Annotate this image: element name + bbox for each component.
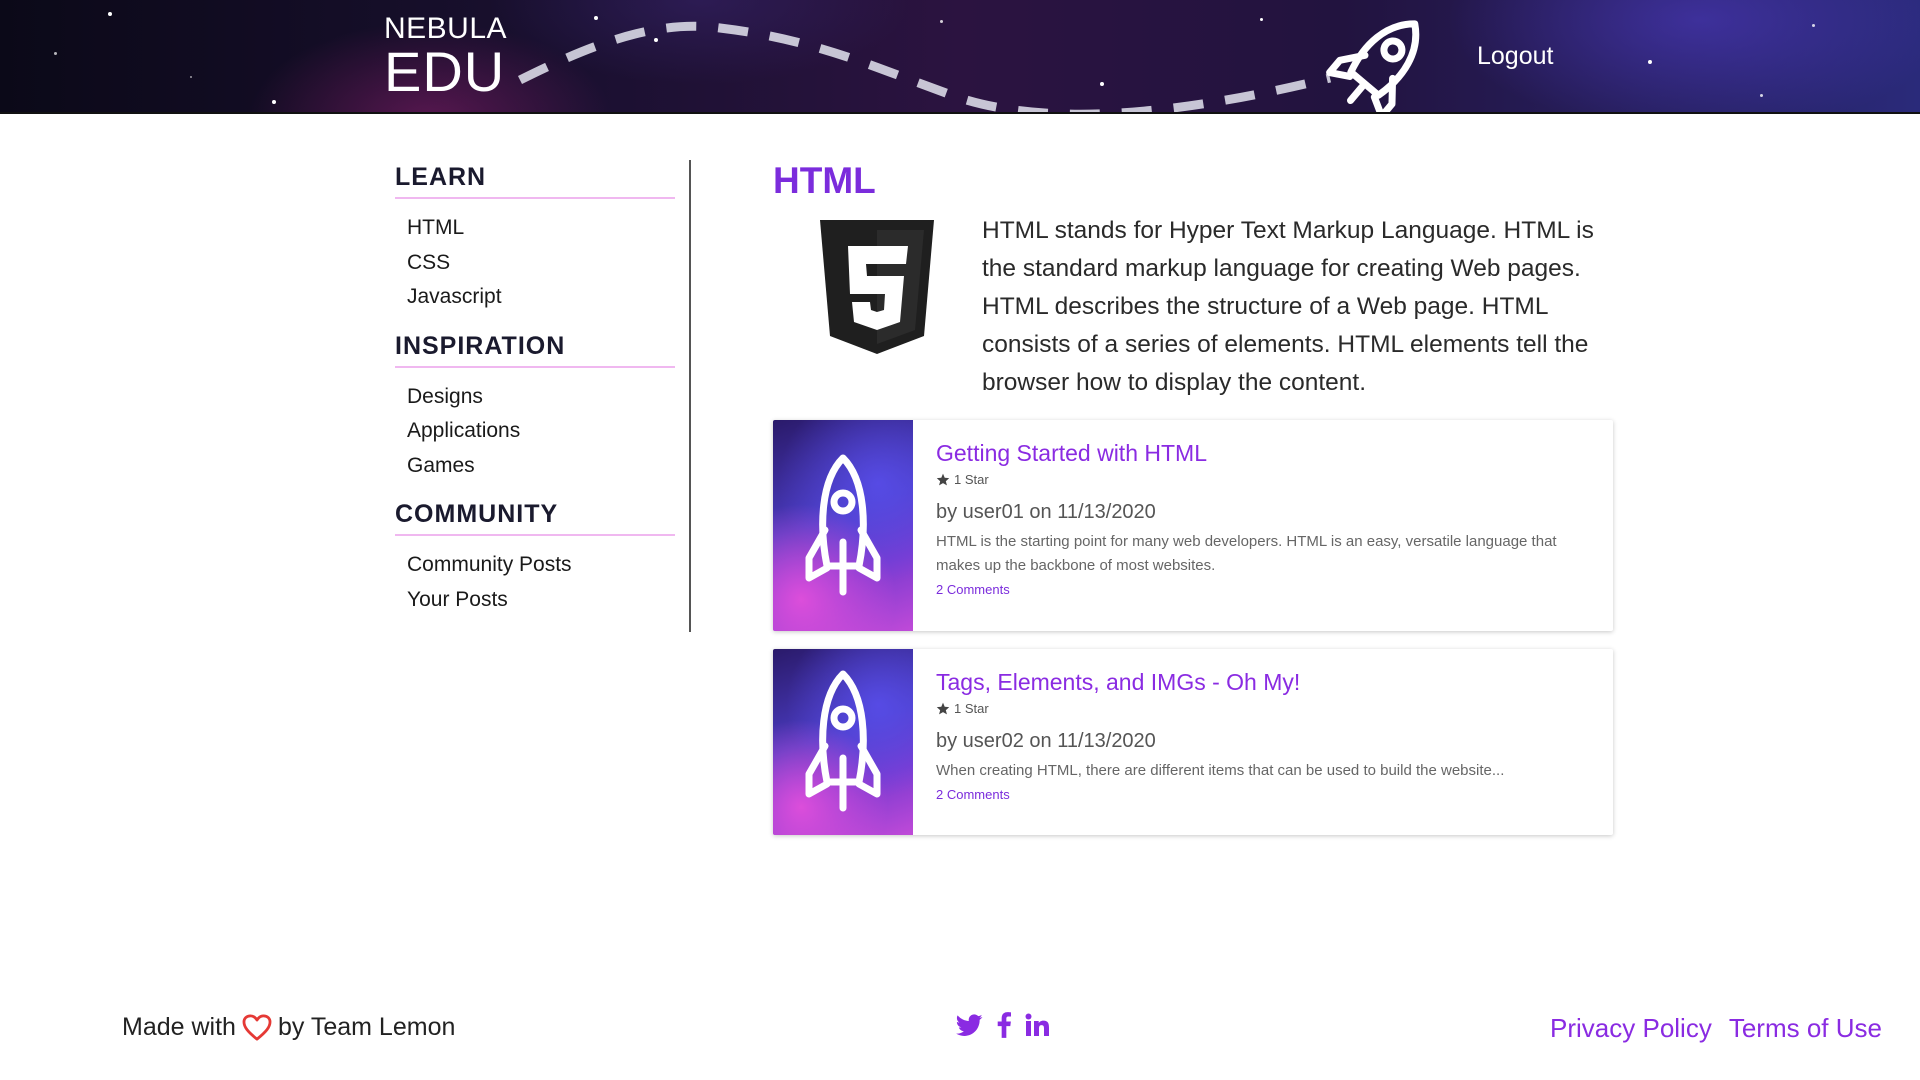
post-title[interactable]: Tags, Elements, and IMGs - Oh My! <box>936 669 1593 696</box>
sidebar-item-designs[interactable]: Designs <box>407 380 689 415</box>
post-card[interactable]: Getting Started with HTML 1 Star by user… <box>773 420 1613 631</box>
post-comments-link[interactable]: 2 Comments <box>936 787 1593 802</box>
site-logo[interactable]: NEBULA EDU <box>384 14 507 100</box>
logout-button[interactable]: Logout <box>1477 42 1553 71</box>
heart-icon <box>242 1014 272 1041</box>
post-rating-text: 1 Star <box>954 472 989 487</box>
sidebar-item-css[interactable]: CSS <box>407 246 689 281</box>
logo-bottom-text: EDU <box>384 40 506 103</box>
post-description: When creating HTML, there are different … <box>936 762 1505 779</box>
post-card[interactable]: Tags, Elements, and IMGs - Oh My! 1 Star… <box>773 649 1613 835</box>
rocket-icon <box>1326 20 1420 112</box>
sidebar-item-applications[interactable]: Applications <box>407 414 689 449</box>
post-author: by user02 on 11/13/2020 <box>936 730 1156 752</box>
sidebar-item-games[interactable]: Games <box>407 449 689 484</box>
sidebar-item-community-posts[interactable]: Community Posts <box>407 548 689 583</box>
twitter-icon[interactable] <box>956 1013 983 1037</box>
sidebar-section-learn: LEARN HTML CSS Javascript <box>395 160 689 315</box>
social-links <box>956 1012 1049 1038</box>
post-description: HTML is the starting point for many web … <box>936 533 1557 574</box>
post-rating: 1 Star <box>936 701 1593 716</box>
sidebar-heading: INSPIRATION <box>395 329 675 368</box>
footer-credit: Made with by Team Lemon <box>122 1013 455 1042</box>
privacy-policy-link[interactable]: Privacy Policy <box>1550 1013 1712 1044</box>
sidebar-item-html[interactable]: HTML <box>407 211 689 246</box>
linkedin-icon[interactable] <box>1025 1013 1049 1037</box>
footer-by-team: by Team Lemon <box>277 1013 456 1041</box>
post-body: Getting Started with HTML 1 Star by user… <box>936 440 1593 597</box>
intro-paragraph: HTML stands for Hyper Text Markup Langua… <box>982 217 1594 396</box>
html5-icon <box>820 220 934 354</box>
post-author: by user01 on 11/13/2020 <box>936 501 1156 523</box>
post-title[interactable]: Getting Started with HTML <box>936 440 1593 467</box>
facebook-icon[interactable] <box>997 1012 1011 1038</box>
sidebar-section-community: COMMUNITY Community Posts Your Posts <box>395 497 689 617</box>
page-title: HTML <box>773 160 876 201</box>
sidebar-heading: LEARN <box>395 160 675 199</box>
star-icon <box>936 473 950 486</box>
post-rating: 1 Star <box>936 472 1593 487</box>
sidebar-heading: COMMUNITY <box>395 497 675 536</box>
post-comments-link[interactable]: 2 Comments <box>936 582 1593 597</box>
post-thumbnail <box>773 649 913 835</box>
sidebar-item-your-posts[interactable]: Your Posts <box>407 583 689 618</box>
post-body: Tags, Elements, and IMGs - Oh My! 1 Star… <box>936 669 1593 802</box>
footer-made-with: Made with <box>122 1013 236 1041</box>
sidebar-section-inspiration: INSPIRATION Designs Applications Games <box>395 329 689 484</box>
post-rating-text: 1 Star <box>954 701 989 716</box>
sidebar-item-javascript[interactable]: Javascript <box>407 280 689 315</box>
rocket-trail <box>517 21 1332 112</box>
top-banner: NEBULA EDU Logout <box>0 0 1920 114</box>
sidebar: LEARN HTML CSS Javascript INSPIRATION De… <box>395 160 691 632</box>
star-icon <box>936 702 950 715</box>
terms-of-use-link[interactable]: Terms of Use <box>1729 1013 1882 1044</box>
rocket-icon <box>805 670 881 812</box>
rocket-icon <box>805 454 881 595</box>
post-thumbnail <box>773 420 913 631</box>
footer-links: Privacy Policy Terms of Use <box>1550 1013 1882 1044</box>
